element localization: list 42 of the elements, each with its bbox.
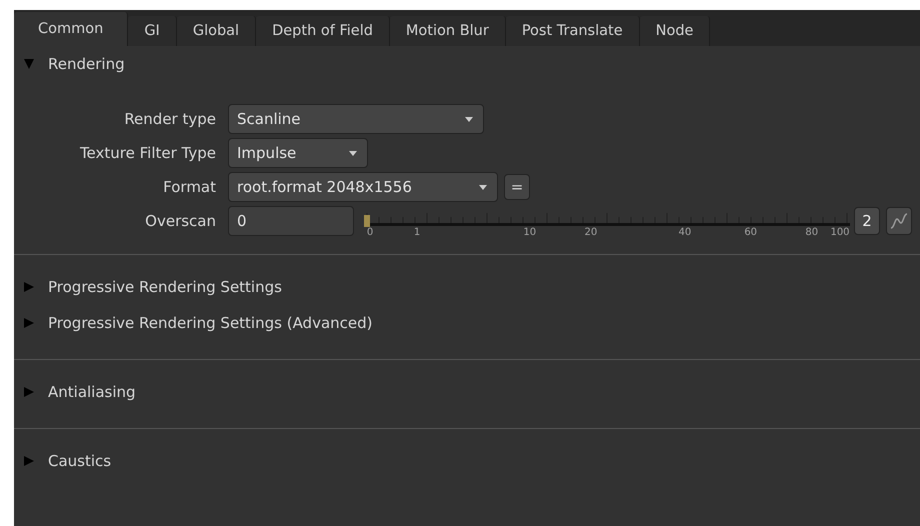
field-label: Render type bbox=[123, 110, 216, 128]
section-title: Antialiasing bbox=[48, 383, 136, 401]
tab[interactable]: Post Translate bbox=[506, 16, 640, 46]
caret-icon bbox=[465, 116, 473, 122]
tick-label: 80 bbox=[805, 227, 818, 238]
tick-label: 0 bbox=[366, 227, 374, 238]
tick-label: 20 bbox=[584, 227, 598, 238]
caret-icon bbox=[349, 150, 357, 156]
triangle-right-icon[interactable] bbox=[24, 456, 34, 466]
views-button[interactable]: 2 bbox=[854, 207, 880, 235]
tick-label: 40 bbox=[678, 227, 692, 238]
texture-filter-dropdown[interactable]: Impulse bbox=[228, 138, 368, 168]
caret-icon bbox=[479, 184, 487, 190]
animation-button[interactable] bbox=[886, 207, 912, 235]
overscan-slider[interactable]: 0 1 10 20 40 60 80 100 bbox=[364, 206, 848, 236]
section-title: Caustics bbox=[48, 452, 112, 470]
tab[interactable]: Depth of Field bbox=[256, 16, 390, 46]
tab[interactable]: GI bbox=[128, 16, 177, 46]
tick-label: 1 bbox=[414, 227, 420, 238]
tick-label: 60 bbox=[744, 227, 758, 238]
triangle-right-icon[interactable] bbox=[24, 387, 34, 397]
tab[interactable]: Common bbox=[14, 12, 128, 46]
triangle-right-icon[interactable] bbox=[24, 282, 34, 292]
tab[interactable]: Motion Blur bbox=[390, 16, 506, 46]
section-title: Rendering bbox=[48, 55, 125, 73]
tick-label: 100 bbox=[830, 227, 850, 238]
field-label: Texture Filter Type bbox=[78, 144, 216, 162]
overscan-field[interactable]: 0 bbox=[228, 206, 354, 236]
triangle-down-icon[interactable] bbox=[24, 59, 34, 69]
triangle-right-icon[interactable] bbox=[24, 318, 34, 328]
field-label: Overscan bbox=[144, 212, 216, 230]
field-label: Format bbox=[162, 178, 216, 196]
slider-thumb[interactable] bbox=[364, 215, 370, 227]
section-title: Progressive Rendering Settings (Advanced) bbox=[48, 314, 373, 332]
tab[interactable]: Global bbox=[176, 16, 256, 46]
section-title: Progressive Rendering Settings bbox=[48, 278, 282, 296]
tab[interactable]: Node bbox=[640, 16, 710, 46]
link-button[interactable]: = bbox=[504, 174, 530, 200]
format-dropdown[interactable]: root.format 2048x1556 bbox=[228, 172, 498, 202]
curve-icon bbox=[890, 213, 908, 229]
tick-label: 10 bbox=[523, 227, 536, 238]
render-type-dropdown[interactable]: Scanline bbox=[228, 104, 484, 134]
